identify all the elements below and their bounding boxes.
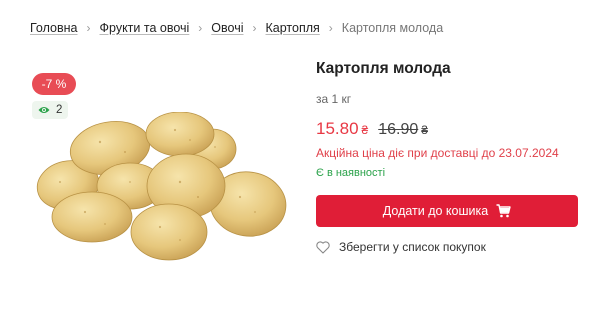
views-badge: 2 xyxy=(32,101,69,119)
currency-symbol: ₴ xyxy=(421,123,428,137)
wishlist-label: Зберегти у список покупок xyxy=(339,240,486,254)
views-count: 2 xyxy=(56,104,63,116)
add-to-cart-button[interactable]: Додати до кошика xyxy=(316,195,578,227)
product-image[interactable] xyxy=(30,112,290,272)
price-block: 15.80 ₴ 16.90 ₴ xyxy=(316,119,578,139)
promo-notice: Акційна ціна діє при доставці до 23.07.2… xyxy=(316,146,559,160)
price-new: 15.80 ₴ xyxy=(316,119,368,139)
chevron-right-icon: › xyxy=(328,21,333,35)
breadcrumb-home[interactable]: Головна xyxy=(30,21,78,35)
price-old-value: 16.90 xyxy=(378,121,419,138)
breadcrumb-vegetables[interactable]: Овочі xyxy=(211,21,243,35)
heart-icon xyxy=(316,240,330,254)
product-gallery: -7 % 2 xyxy=(30,70,290,285)
stock-status: Є в наявності xyxy=(316,167,386,179)
product-unit: за 1 кг xyxy=(316,92,352,106)
breadcrumb-potatoes[interactable]: Картопля xyxy=(266,21,320,35)
add-to-cart-label: Додати до кошика xyxy=(382,204,489,218)
chevron-right-icon: › xyxy=(198,21,203,35)
breadcrumb-fruits-vegetables[interactable]: Фрукти та овочі xyxy=(100,21,190,35)
discount-badge: -7 % xyxy=(32,73,76,95)
add-to-wishlist[interactable]: Зберегти у список покупок xyxy=(316,240,578,254)
breadcrumb: Головна › Фрукти та овочі › Овочі › Карт… xyxy=(30,20,443,36)
breadcrumb-current: Картопля молода xyxy=(341,21,444,35)
chevron-right-icon: › xyxy=(86,21,91,35)
price-new-value: 15.80 xyxy=(316,119,359,138)
product-title: Картопля молода xyxy=(316,60,451,77)
cart-icon xyxy=(496,204,511,218)
chevron-right-icon: › xyxy=(252,21,257,35)
currency-symbol: ₴ xyxy=(361,123,369,137)
eye-icon xyxy=(38,107,50,113)
price-old: 16.90 ₴ xyxy=(378,121,428,139)
product-info: Картопля молода за 1 кг 15.80 ₴ 16.90 ₴ Ак… xyxy=(316,60,578,254)
